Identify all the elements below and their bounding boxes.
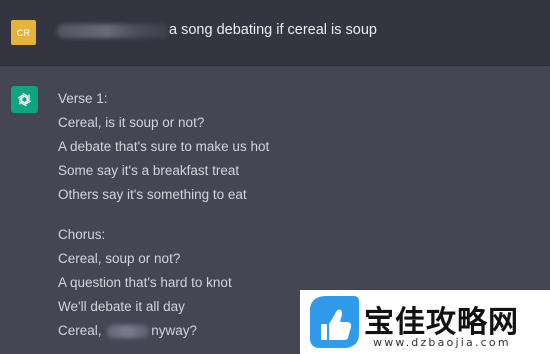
stanza-gap [58, 210, 269, 226]
chorus-line: We'll debate it all day [58, 299, 185, 314]
openai-logo-icon [11, 86, 38, 113]
last-line-start: Cereal, [58, 323, 106, 338]
assistant-response: Verse 1: Cereal, is it soup or not? A de… [58, 90, 269, 346]
chorus-line: A question that's hard to knot [58, 275, 232, 290]
site-watermark: 宝佳攻略网 www.dzbaojia.com [300, 290, 550, 354]
chorus-line-partially-obscured: Cereal, nyway? [58, 322, 269, 346]
chorus-line: Cereal, soup or not? [58, 251, 181, 266]
blurred-text [107, 324, 150, 338]
watermark-title: 宝佳攻略网 [364, 305, 519, 340]
chorus-label: Chorus: [58, 227, 106, 242]
user-message-row: CR a song debating if cereal is soup [0, 0, 550, 66]
verse-line: Others say it's something to eat [58, 187, 247, 202]
verse-line: A debate that's sure to make us hot [58, 139, 270, 154]
verse-label: Verse 1: [58, 91, 108, 106]
user-avatar: CR [11, 20, 36, 45]
verse-line: Cereal, is it soup or not? [58, 115, 205, 130]
blurred-prompt-start [57, 24, 169, 38]
watermark-domain: www.dzbaojia.com [373, 336, 511, 349]
user-prompt-text: a song debating if cereal is soup [169, 22, 377, 38]
last-line-end: nyway? [151, 323, 198, 338]
thumbs-up-logo-icon [310, 296, 359, 348]
verse-line: Some say it's a breakfast treat [58, 163, 240, 178]
